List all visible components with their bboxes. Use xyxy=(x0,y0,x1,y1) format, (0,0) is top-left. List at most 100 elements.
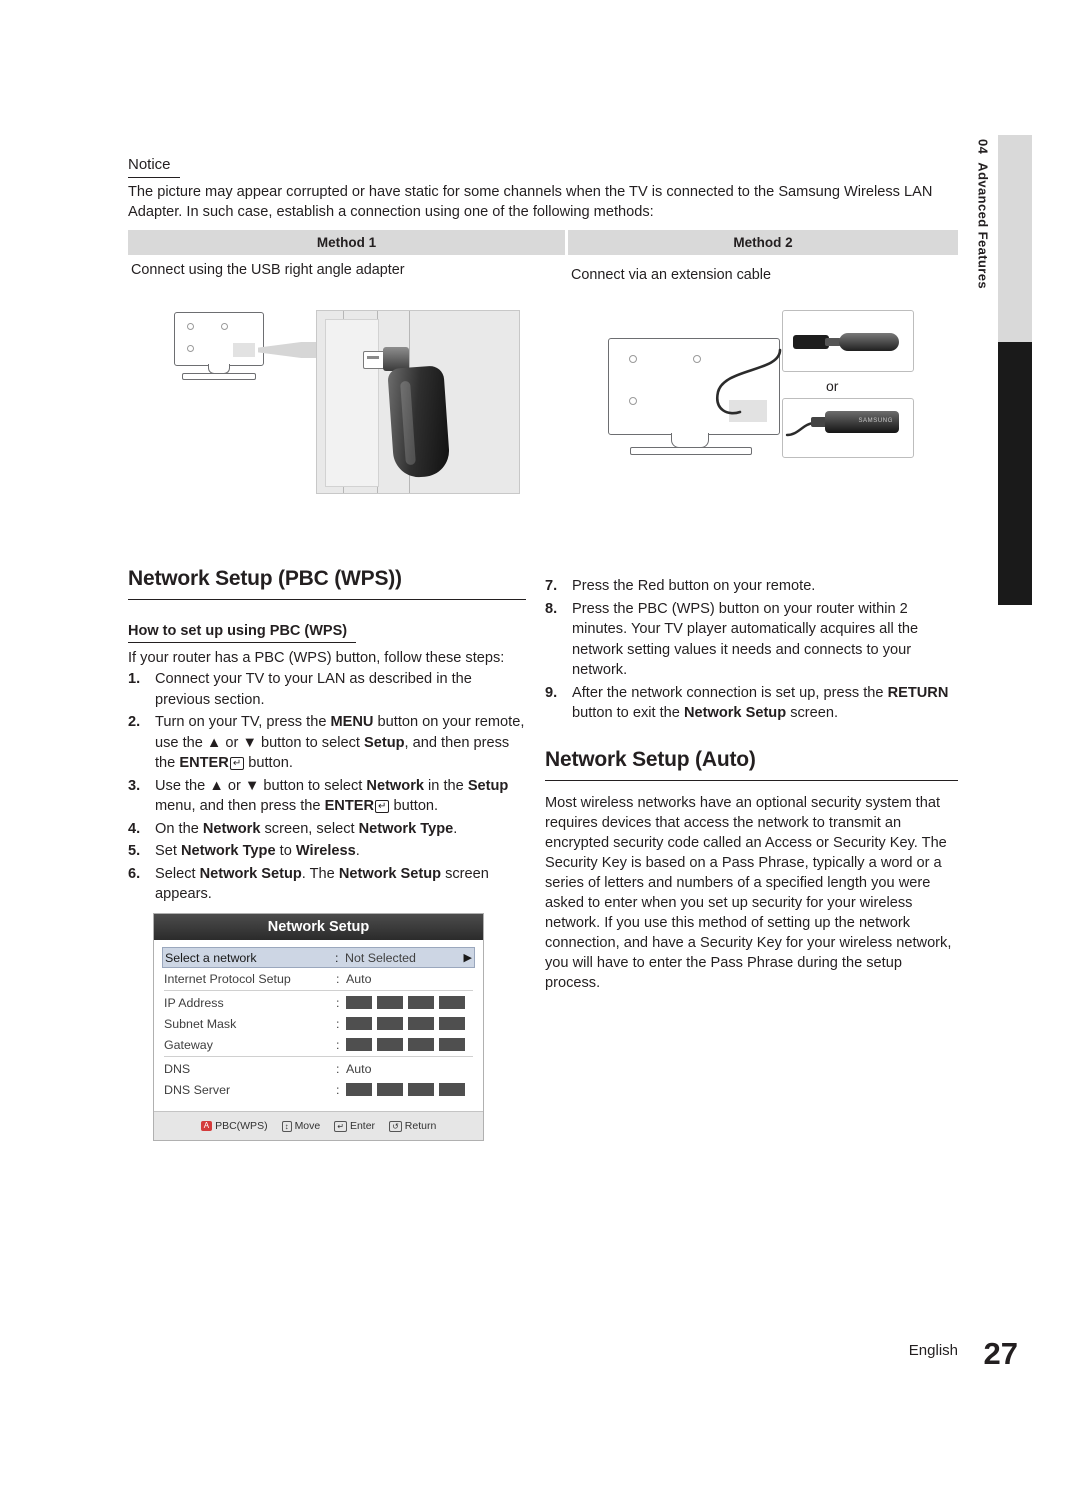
pbc-heading: Network Setup (PBC (WPS)) xyxy=(128,567,402,590)
step-item: 4. On the Network screen, select Network … xyxy=(128,819,528,840)
osd-row-colon: : xyxy=(336,1061,340,1076)
method-2-illustration: or SAMSUNG xyxy=(568,300,960,500)
auto-body: Most wireless networks have an optional … xyxy=(545,795,952,991)
osd-value-boxes xyxy=(346,996,465,1009)
osd-value-box xyxy=(439,996,465,1009)
step-item: 5. Set Network Type to Wireless. xyxy=(128,841,528,862)
step-number: 2. xyxy=(128,714,141,730)
osd-row[interactable]: DNS: Auto xyxy=(164,1058,473,1079)
step-item: 1. Connect your TV to your LAN as describ… xyxy=(128,669,528,710)
brand-label: SAMSUNG xyxy=(858,418,893,424)
osd-value-boxes xyxy=(346,1083,465,1096)
osd-row-colon: : xyxy=(336,971,340,986)
osd-footer-item[interactable]: ↵ Enter xyxy=(334,1120,375,1132)
osd-row-colon: : xyxy=(336,1016,340,1031)
step-text: On the Network screen, select Network Ty… xyxy=(155,820,458,837)
osd-footer-label: Return xyxy=(404,1120,437,1132)
step-item: 2. Turn on your TV, press the MENU button… xyxy=(128,712,528,774)
pbc-heading-rule xyxy=(128,599,526,600)
step-number: 6. xyxy=(128,865,141,882)
pbc-intro: If your router has a PBC (WPS) button, f… xyxy=(128,650,505,666)
side-tab-number: 04 xyxy=(975,139,991,155)
footer-page-number: 27 xyxy=(983,1336,1018,1371)
notice-title: Notice xyxy=(128,156,171,173)
osd-footer-label: PBC(WPS) xyxy=(215,1120,268,1132)
osd-value-box xyxy=(408,1017,434,1030)
method-2-header: Method 2 xyxy=(568,230,958,255)
osd-footer-glyph-icon: ↺ xyxy=(389,1120,402,1132)
auto-heading-rule xyxy=(545,780,958,781)
tv-port-dot xyxy=(629,355,637,363)
tv-port-dot xyxy=(221,323,228,330)
tv-stand-base xyxy=(182,373,256,380)
step-number: 5. xyxy=(128,843,141,859)
step-text: Press the PBC (WPS) button on your route… xyxy=(572,600,919,679)
osd-value-box xyxy=(346,1017,372,1030)
tv-stand-neck xyxy=(671,433,709,448)
osd-footer-item[interactable]: ↕ Move xyxy=(281,1120,320,1132)
step-item: 3. Use the ▲ or ▼ button to select Networ… xyxy=(128,776,528,817)
cable-plug xyxy=(793,335,829,349)
osd-value-box xyxy=(439,1017,465,1030)
osd-row[interactable]: DNS Server: xyxy=(164,1079,473,1100)
osd-row[interactable]: Subnet Mask: xyxy=(164,1013,473,1034)
osd-footer: A PBC(WPS) ↕ Move ↵ Enter ↺ Return xyxy=(154,1111,483,1140)
osd-row-colon: : xyxy=(335,950,339,965)
step-number: 7. xyxy=(545,578,558,594)
notice-underline xyxy=(128,177,180,178)
step-text: Turn on your TV, press the MENU button o… xyxy=(155,714,525,771)
wireless-lan-adapter-body xyxy=(387,365,451,479)
osd-row[interactable]: Gateway: xyxy=(164,1034,473,1055)
zoom-connector-shape xyxy=(258,342,318,358)
osd-footer-item[interactable]: ↺ Return xyxy=(389,1120,436,1132)
step-text: Select Network Setup. The Network Setup … xyxy=(155,865,489,903)
osd-rows: Select a network: Not Selected ▶ Internet P… xyxy=(154,940,483,1111)
pbc-steps-right: 7. Press the Red button on your remote. 8.… xyxy=(545,576,965,726)
method-2-caption: Connect via an extension cable xyxy=(571,267,772,283)
osd-footer-glyph-icon: ↵ xyxy=(334,1120,347,1132)
step-text: Connect your TV to your LAN as described… xyxy=(155,671,472,708)
side-tab-label: Advanced Features xyxy=(975,162,991,290)
chevron-right-icon[interactable]: ▶ xyxy=(464,951,472,964)
osd-value-box xyxy=(377,1083,403,1096)
pbc-steps-left: 1. Connect your TV to your LAN as describ… xyxy=(128,669,528,907)
zoom-panel xyxy=(316,310,520,494)
method-1-illustration xyxy=(128,300,565,510)
step-text: Set Network Type to Wireless. xyxy=(155,843,360,859)
osd-value-box xyxy=(377,1017,403,1030)
step-item: 6. Select Network Setup. The Network Setu… xyxy=(128,864,528,905)
osd-row-label: DNS Server xyxy=(164,1082,231,1097)
osd-row[interactable]: Internet Protocol Setup: Auto xyxy=(164,968,473,989)
manual-page: 04 Advanced Features Notice The picture … xyxy=(0,0,1080,1494)
osd-row-label: IP Address xyxy=(164,995,224,1010)
extension-cable-detail-box xyxy=(782,310,914,372)
osd-row-label: DNS xyxy=(164,1061,191,1076)
side-tab-black-bar xyxy=(998,342,1032,605)
step-item: 8. Press the PBC (WPS) button on your rou… xyxy=(545,599,965,681)
auto-heading: Network Setup (Auto) xyxy=(545,748,756,771)
osd-row-value: Auto xyxy=(346,971,372,986)
osd-title: Network Setup xyxy=(154,914,483,940)
side-tab-gray-bar xyxy=(998,135,1032,342)
osd-value-boxes xyxy=(346,1017,465,1030)
tv-port-dot xyxy=(187,323,194,330)
step-text: Use the ▲ or ▼ button to select Network … xyxy=(155,777,509,815)
osd-row[interactable]: IP Address: xyxy=(164,992,473,1013)
osd-value-box xyxy=(346,1038,372,1051)
osd-footer-label: Enter xyxy=(349,1120,376,1132)
osd-row[interactable]: Select a network: Not Selected ▶ xyxy=(162,947,475,968)
tv-stand-base xyxy=(630,447,752,455)
tv-port-dot xyxy=(187,345,194,352)
extension-cable-detail-box-2: SAMSUNG xyxy=(782,398,914,458)
tv-outline-small xyxy=(174,312,264,366)
step-number: 9. xyxy=(545,684,558,701)
osd-value-box xyxy=(346,1083,372,1096)
side-tab-text: 04 Advanced Features xyxy=(966,135,1000,605)
osd-footer-item[interactable]: A PBC(WPS) xyxy=(200,1120,268,1132)
osd-row-label: Gateway xyxy=(164,1037,213,1052)
osd-row-label: Subnet Mask xyxy=(164,1016,237,1031)
wireless-lan-adapter-body xyxy=(839,333,899,351)
step-text: Press the Red button on your remote. xyxy=(572,578,816,594)
osd-footer-glyph-icon: ↕ xyxy=(281,1120,292,1132)
osd-value-box xyxy=(346,996,372,1009)
